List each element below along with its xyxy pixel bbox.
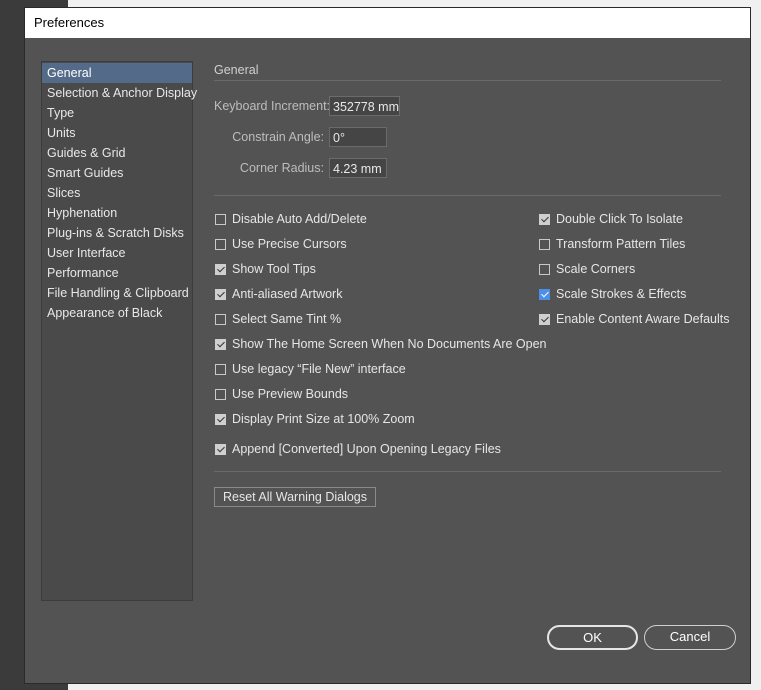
- keyboard-increment-input[interactable]: 352778 mm: [329, 96, 400, 116]
- preferences-category-list[interactable]: General Selection & Anchor Display Type Uni…: [41, 61, 197, 601]
- checkbox[interactable]: [215, 443, 226, 455]
- checkbox-label: Show Tool Tips: [232, 262, 316, 276]
- constrain-angle-row: Constrain Angle: 0°: [214, 127, 387, 147]
- sidebar-item-type[interactable]: Type: [42, 103, 192, 123]
- divider: [214, 471, 721, 472]
- option-row[interactable]: Select Same Tint %: [215, 312, 341, 326]
- corner-radius-row: Corner Radius: 4.23 mm: [214, 158, 387, 178]
- constrain-angle-label: Constrain Angle:: [232, 130, 324, 144]
- checkbox-label: Use Preview Bounds: [232, 387, 349, 401]
- option-row[interactable]: Use legacy “File New” interface: [215, 362, 406, 376]
- checkbox[interactable]: [215, 288, 226, 300]
- checkbox-label: Show The Home Screen When No Documents A…: [232, 337, 547, 351]
- section-title: General: [214, 63, 259, 77]
- checkbox-label: Append [Converted] Upon Opening Legacy F…: [232, 442, 501, 456]
- checkbox[interactable]: [539, 313, 550, 325]
- option-row[interactable]: Scale Corners: [539, 262, 635, 276]
- sidebar-item-guides-grid[interactable]: Guides & Grid: [42, 143, 192, 163]
- sidebar-item-performance[interactable]: Performance: [42, 263, 192, 283]
- checkbox[interactable]: [215, 238, 226, 250]
- checkbox-label: Display Print Size at 100% Zoom: [232, 412, 415, 426]
- checkbox-label: Enable Content Aware Defaults: [556, 312, 730, 326]
- sidebar-item-file-handling-clipboard[interactable]: File Handling & Clipboard: [42, 283, 192, 303]
- divider: [214, 195, 721, 196]
- checkbox-label: Scale Strokes & Effects: [556, 287, 687, 301]
- divider: [214, 80, 721, 81]
- sidebar-item-slices[interactable]: Slices: [42, 183, 192, 203]
- keyboard-increment-label: Keyboard Increment:: [214, 99, 331, 113]
- corner-radius-input[interactable]: 4.23 mm: [329, 158, 387, 178]
- option-row[interactable]: Anti-aliased Artwork: [215, 287, 342, 301]
- sidebar-item-selection-anchor-display[interactable]: Selection & Anchor Display: [42, 83, 197, 103]
- keyboard-increment-row: Keyboard Increment: 352778 mm: [214, 96, 400, 116]
- checkbox-label: Use legacy “File New” interface: [232, 362, 406, 376]
- sidebar-item-plug-ins-scratch-disks[interactable]: Plug-ins & Scratch Disks: [42, 223, 192, 243]
- checkbox[interactable]: [539, 263, 550, 275]
- corner-radius-label: Corner Radius:: [239, 161, 324, 175]
- checkbox[interactable]: [215, 338, 226, 350]
- sidebar-item-user-interface[interactable]: User Interface: [42, 243, 192, 263]
- checkbox-label: Double Click To Isolate: [556, 212, 683, 226]
- constrain-angle-input[interactable]: 0°: [329, 127, 387, 147]
- dialog-title: Preferences: [25, 8, 750, 38]
- checkbox-label: Disable Auto Add/Delete: [232, 212, 367, 226]
- sidebar-item-general[interactable]: General: [42, 63, 192, 83]
- ok-button[interactable]: OK: [547, 625, 638, 650]
- reset-warning-dialogs-button[interactable]: Reset All Warning Dialogs: [214, 487, 376, 507]
- checkbox-label: Transform Pattern Tiles: [556, 237, 686, 251]
- option-row[interactable]: Disable Auto Add/Delete: [215, 212, 367, 226]
- cancel-button[interactable]: Cancel: [644, 625, 736, 650]
- checkbox[interactable]: [215, 363, 226, 375]
- checkbox[interactable]: [215, 413, 226, 425]
- checkbox[interactable]: [539, 213, 550, 225]
- option-row[interactable]: Use Preview Bounds: [215, 387, 348, 401]
- option-row[interactable]: Transform Pattern Tiles: [539, 237, 685, 251]
- option-row[interactable]: Append [Converted] Upon Opening Legacy F…: [215, 442, 501, 456]
- option-row[interactable]: Display Print Size at 100% Zoom: [215, 412, 415, 426]
- checkbox[interactable]: [539, 238, 550, 250]
- sidebar-item-hyphenation[interactable]: Hyphenation: [42, 203, 192, 223]
- checkbox-label: Scale Corners: [556, 262, 636, 276]
- option-row[interactable]: Use Precise Cursors: [215, 237, 347, 251]
- checkbox-label: Anti-aliased Artwork: [232, 287, 343, 301]
- checkbox[interactable]: [215, 213, 226, 225]
- sidebar-item-appearance-of-black[interactable]: Appearance of Black: [42, 303, 192, 323]
- option-row[interactable]: Scale Strokes & Effects: [539, 287, 686, 301]
- option-row[interactable]: Show The Home Screen When No Documents A…: [215, 337, 547, 351]
- preferences-dialog: Preferences General Selection & Anchor Di…: [24, 7, 751, 684]
- option-row[interactable]: Enable Content Aware Defaults: [539, 312, 730, 326]
- sidebar-item-smart-guides[interactable]: Smart Guides: [42, 163, 192, 183]
- sidebar-item-units[interactable]: Units: [42, 123, 192, 143]
- checkbox-label: Select Same Tint %: [232, 312, 342, 326]
- checkbox-label: Use Precise Cursors: [232, 237, 347, 251]
- checkbox[interactable]: [215, 388, 226, 400]
- checkbox[interactable]: [215, 313, 226, 325]
- checkbox[interactable]: [539, 288, 550, 300]
- option-row[interactable]: Show Tool Tips: [215, 262, 316, 276]
- option-row[interactable]: Double Click To Isolate: [539, 212, 683, 226]
- checkbox[interactable]: [215, 263, 226, 275]
